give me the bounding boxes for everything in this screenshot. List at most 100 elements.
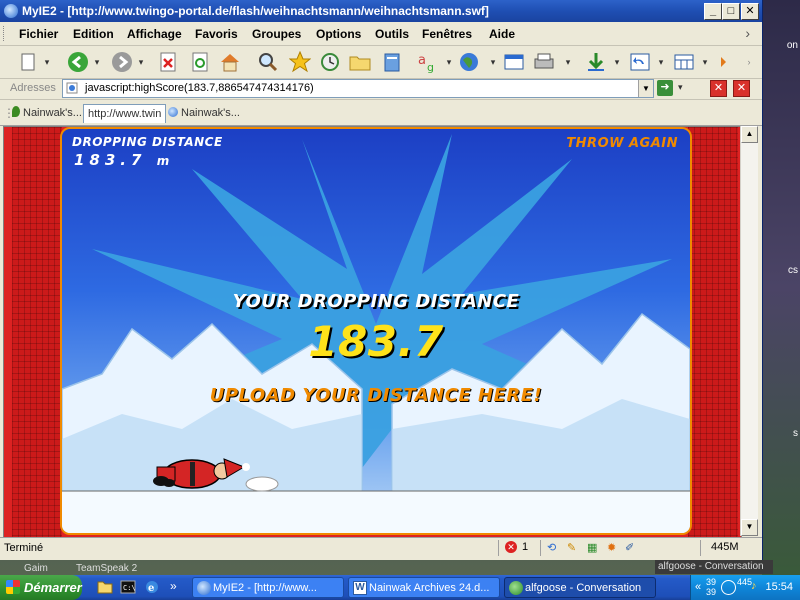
notepad-icon[interactable] [380, 50, 404, 74]
menu-outils[interactable]: Outils [375, 27, 409, 41]
back-icon[interactable] [66, 50, 90, 74]
close-button[interactable]: ✕ [741, 3, 759, 20]
toolbar-chevron-icon[interactable]: › [744, 50, 754, 74]
myie-app-icon[interactable] [4, 4, 18, 18]
forward-dropdown-icon[interactable]: ▾ [136, 50, 146, 74]
favorites-star-icon[interactable] [288, 50, 312, 74]
desktop-right-edge: on cs s [762, 0, 800, 575]
menu-fichier[interactable]: Fichier [19, 27, 58, 41]
download-icon[interactable] [584, 50, 608, 74]
taskbar-nainwak-word[interactable]: W Nainwak Archives 24.d... [348, 577, 500, 598]
printer-dropdown-icon[interactable]: ▾ [563, 50, 573, 74]
menu-aide[interactable]: Aide [489, 27, 515, 41]
scroll-up-icon[interactable]: ▲ [741, 126, 758, 143]
console-icon[interactable]: C:\ [120, 579, 136, 595]
ie-icon[interactable]: e [144, 579, 160, 595]
layout-icon[interactable] [672, 50, 696, 74]
quicklaunch-overflow-icon[interactable]: » [170, 579, 177, 593]
throw-again-button[interactable]: THROW AGAIN [566, 136, 678, 151]
toolbar-overflow-icon[interactable] [712, 50, 736, 74]
flash-icon[interactable]: ✎ [567, 541, 576, 554]
ie-page-icon [66, 82, 78, 94]
minimize-button[interactable]: _ [704, 3, 722, 20]
tab-twingo-active[interactable]: http://www.twin [83, 104, 167, 123]
tab-label: http://www.twin [88, 108, 162, 120]
taskbar-label: MyIE2 - [http://www... [213, 582, 317, 594]
close-all-tabs-icon[interactable]: ✕ [733, 80, 750, 97]
forward-icon[interactable] [110, 50, 134, 74]
new-page-icon[interactable] [16, 50, 40, 74]
hud-distance-value: 183.7 m [74, 151, 169, 169]
tray-counter-small[interactable]: 39 39 [705, 577, 717, 597]
menu-overflow-chevron-icon[interactable]: › [745, 25, 750, 41]
menu-favoris[interactable]: Favoris [195, 27, 238, 41]
back-dropdown-icon[interactable]: ▾ [92, 50, 102, 74]
tab-nainwak-1[interactable]: Nainwak's... [8, 104, 86, 122]
folder-icon[interactable] [348, 50, 372, 74]
go-dropdown-icon[interactable]: ▾ [678, 82, 683, 93]
taskbar-label: alfgoose - Conversation [525, 582, 642, 594]
address-bar: Adresses javascript:highScore(183.7,8865… [0, 79, 762, 100]
maximize-button[interactable]: □ [722, 3, 740, 20]
globe-icon[interactable] [457, 50, 481, 74]
menu-affichage[interactable]: Affichage [127, 27, 182, 41]
go-arrow-icon[interactable]: ➜ [657, 80, 673, 96]
edit-icon[interactable]: ✐ [625, 541, 634, 554]
error-count: 1 [522, 541, 529, 553]
taskbar-clock[interactable]: 15:54 [765, 581, 793, 593]
scroll-down-icon[interactable]: ▼ [741, 519, 758, 536]
home-icon[interactable] [218, 50, 242, 74]
menu-options[interactable]: Options [316, 27, 361, 41]
menu-edition[interactable]: Edition [73, 27, 114, 41]
tray-expand-icon[interactable]: « [695, 581, 701, 593]
new-window-icon[interactable] [502, 50, 526, 74]
desktop-label-teamspeak[interactable]: TeamSpeak 2 [76, 563, 137, 574]
taskbar-myie2[interactable]: MyIE2 - [http://www... [192, 577, 344, 598]
close-tab-icon[interactable]: ✕ [710, 80, 727, 97]
history-icon[interactable] [318, 50, 342, 74]
menu-bar: Fichier Edition Affichage Favoris Groupe… [0, 23, 762, 46]
folder-icon[interactable] [97, 579, 113, 595]
tray-count[interactable]: 445 [737, 577, 752, 587]
address-input[interactable]: javascript:highScore(183.7,8865474743141… [62, 79, 654, 98]
start-label: Démarrer [24, 580, 82, 595]
address-dropdown-icon[interactable]: ▼ [638, 80, 653, 97]
error-icon: ✕ [505, 541, 517, 553]
search-icon[interactable] [256, 50, 280, 74]
volume-icon[interactable]: ♪ [751, 580, 757, 592]
system-tray: « 39 39 445 ♪ 15:54 [690, 575, 800, 600]
menu-groupes[interactable]: Groupes [252, 27, 301, 41]
new-dropdown-icon[interactable]: ▾ [42, 50, 52, 74]
start-button[interactable]: Démarrer [0, 575, 82, 600]
image-icon[interactable]: ▦ [587, 541, 597, 554]
taskbar-alfgoose-conversation[interactable]: alfgoose - Conversation [504, 577, 656, 598]
gear-icon[interactable]: ✹ [607, 541, 616, 554]
tab-nainwak-2[interactable]: Nainwak's... [164, 104, 244, 122]
vertical-scrollbar[interactable]: ▲ ▼ [740, 126, 758, 536]
encoding-dropdown-icon[interactable]: ▾ [444, 50, 454, 74]
svg-text:C:\: C:\ [123, 584, 136, 592]
menu-grip[interactable] [3, 26, 7, 41]
menu-fenetres[interactable]: Fenêtres [422, 27, 472, 41]
title-bar[interactable]: MyIE2 - [http://www.twingo-portal.de/fla… [0, 0, 762, 22]
page-viewport[interactable]: DROPPING DISTANCE 183.7 m THROW AGAIN YO… [3, 126, 742, 538]
word-icon: W [353, 581, 367, 595]
refresh-icon[interactable] [188, 50, 212, 74]
popup-icon[interactable]: ⟲ [547, 541, 556, 554]
upload-distance-link[interactable]: UPLOAD YOUR DISTANCE HERE! [62, 385, 690, 406]
flash-game[interactable]: DROPPING DISTANCE 183.7 m THROW AGAIN YO… [60, 127, 692, 535]
undo-close-icon[interactable] [628, 50, 652, 74]
clock-icon[interactable] [721, 580, 736, 595]
globe-dropdown-icon[interactable]: ▾ [488, 50, 498, 74]
status-text: Terminé [4, 542, 44, 554]
undo-dropdown-icon[interactable]: ▾ [656, 50, 666, 74]
layout-dropdown-icon[interactable]: ▾ [700, 50, 710, 74]
error-indicator[interactable]: ✕ 1 [498, 540, 539, 556]
font-encoding-icon[interactable]: ag [418, 50, 442, 74]
status-icons: ⟲ ✎ ▦ ✹ ✐ [540, 540, 641, 556]
stop-icon[interactable] [156, 50, 180, 74]
printer-icon[interactable] [532, 50, 556, 74]
window-title: MyIE2 - [http://www.twingo-portal.de/fla… [22, 4, 489, 18]
desktop-label-gaim[interactable]: Gaim [24, 563, 48, 574]
download-dropdown-icon[interactable]: ▾ [612, 50, 622, 74]
